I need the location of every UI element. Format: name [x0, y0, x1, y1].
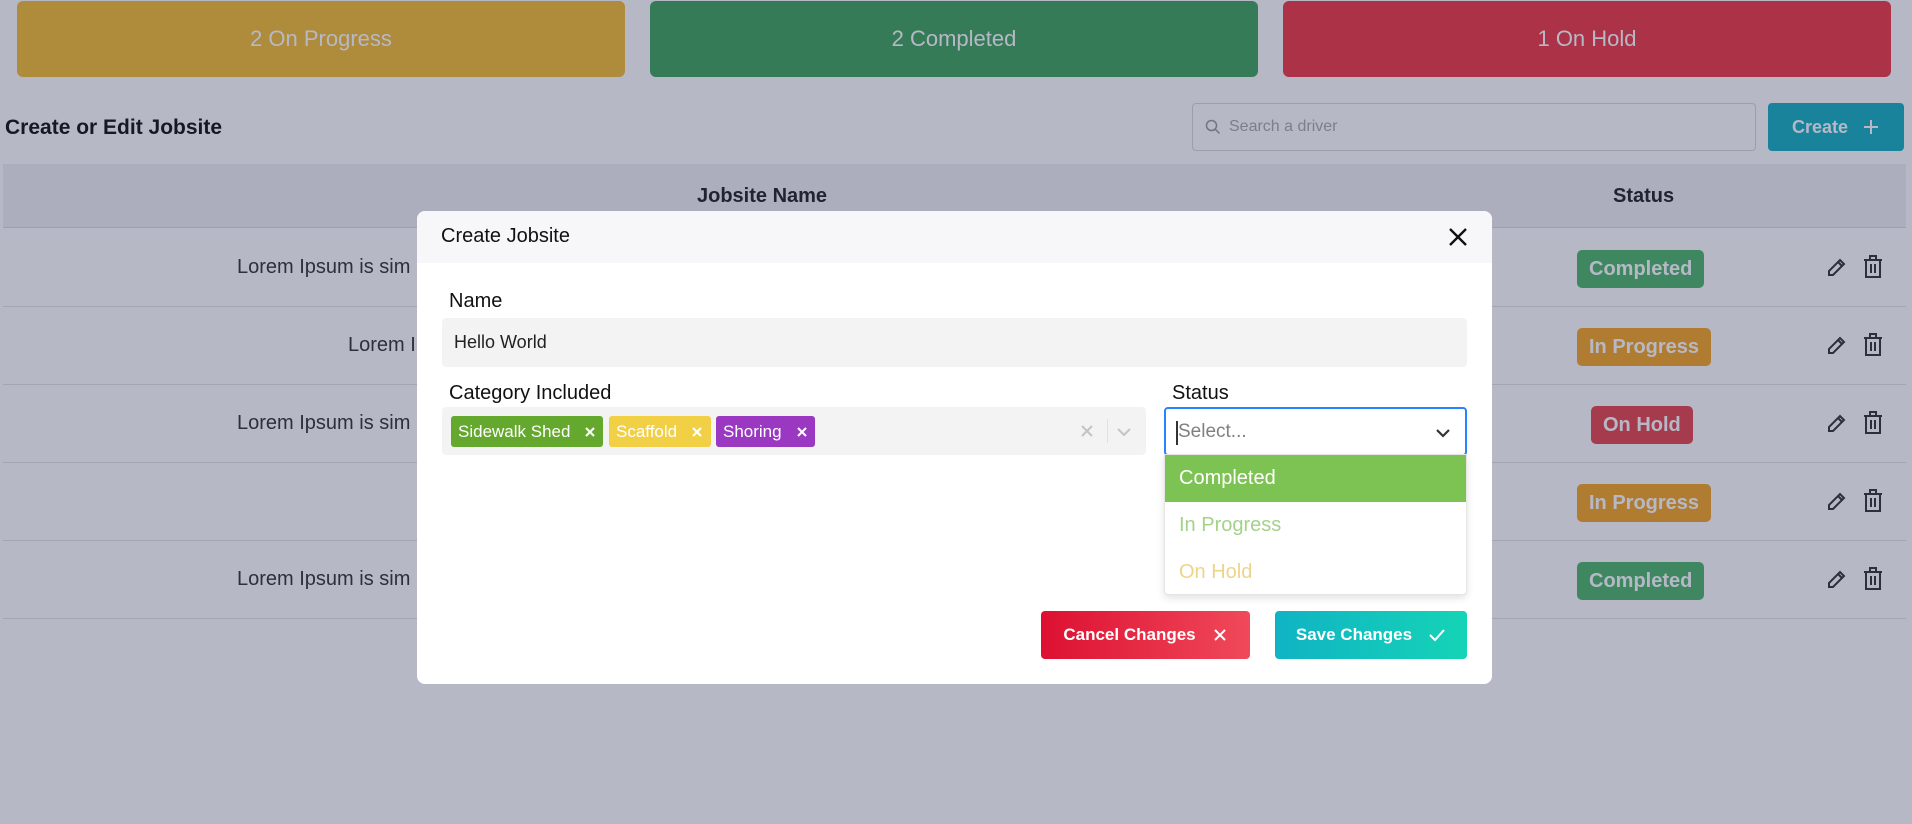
- remove-tag-icon[interactable]: [796, 426, 808, 438]
- status-placeholder: Select...: [1178, 421, 1247, 442]
- cancel-changes-button[interactable]: Cancel Changes: [1041, 611, 1250, 659]
- cancel-button-label: Cancel Changes: [1063, 625, 1196, 644]
- name-label: Name: [449, 290, 503, 312]
- indicator-separator: [1107, 419, 1108, 443]
- save-button-label: Save Changes: [1295, 625, 1413, 644]
- category-tag-label: Scaffold: [616, 421, 678, 441]
- category-tag-shoring: Shoring: [716, 416, 815, 447]
- save-changes-button[interactable]: Save Changes: [1275, 611, 1467, 659]
- chevron-down-icon[interactable]: [1433, 423, 1453, 443]
- category-label: Category Included: [449, 382, 612, 404]
- category-multiselect[interactable]: Sidewalk Shed Scaffold Shoring: [442, 407, 1146, 455]
- remove-tag-icon[interactable]: [584, 426, 596, 438]
- status-option-on-hold[interactable]: On Hold: [1165, 549, 1466, 596]
- status-label: Status: [1172, 382, 1229, 404]
- category-tag-label: Sidewalk Shed: [458, 421, 571, 441]
- category-tag-scaffold: Scaffold: [609, 416, 711, 447]
- category-tag-label: Shoring: [723, 421, 782, 441]
- modal-header: Create Jobsite: [417, 211, 1492, 263]
- remove-tag-icon[interactable]: [691, 426, 703, 438]
- name-input[interactable]: [442, 318, 1467, 367]
- create-jobsite-modal: Create Jobsite Name Category Included Si…: [417, 211, 1492, 684]
- modal-title: Create Jobsite: [441, 225, 570, 247]
- category-tag-sidewalk-shed: Sidewalk Shed: [451, 416, 603, 447]
- status-option-completed[interactable]: Completed: [1165, 455, 1466, 502]
- clear-categories-icon[interactable]: [1079, 423, 1095, 439]
- check-icon: [1429, 629, 1445, 642]
- close-button[interactable]: [1444, 223, 1472, 251]
- close-icon: [1213, 629, 1226, 641]
- status-option-in-progress[interactable]: In Progress: [1165, 502, 1466, 549]
- status-select[interactable]: Select...: [1164, 407, 1467, 456]
- chevron-down-icon[interactable]: [1115, 423, 1133, 441]
- close-icon: [1449, 228, 1467, 246]
- status-dropdown-menu: Completed In Progress On Hold: [1164, 454, 1467, 595]
